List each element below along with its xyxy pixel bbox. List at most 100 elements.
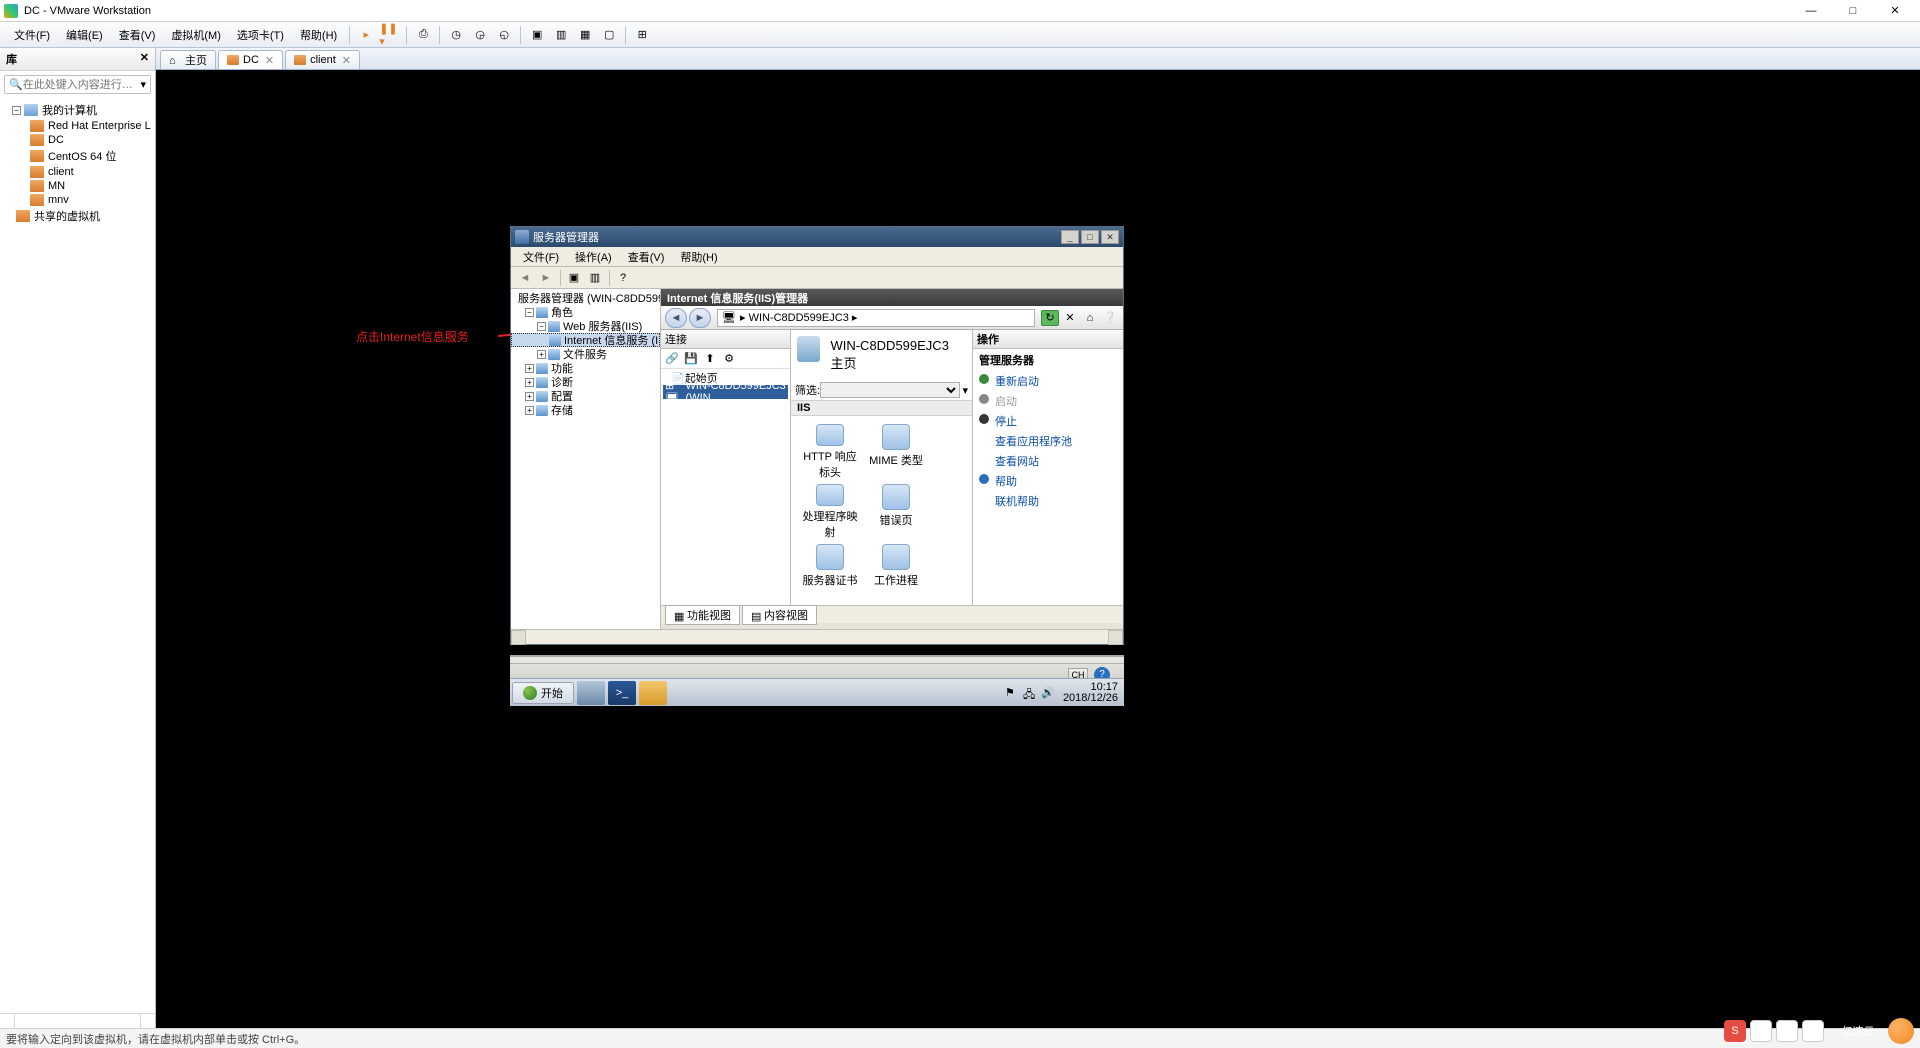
assistant-bubble-icon[interactable] <box>1888 1018 1914 1044</box>
snapshot-take-button[interactable]: ◵ <box>493 25 515 45</box>
power-on-button[interactable]: ▸ <box>355 25 377 45</box>
tree-vm-item[interactable]: DC <box>2 133 153 147</box>
library-search[interactable]: 🔍 ▾ <box>4 75 151 94</box>
tray-flag-icon[interactable]: ⚑ <box>1005 686 1019 700</box>
srv-hscrollbar[interactable] <box>511 629 1123 644</box>
nav-forward-button[interactable]: ► <box>536 269 556 287</box>
iis-home-button[interactable]: ⌂ <box>1081 310 1099 326</box>
ime-mode-icon[interactable]: ☾ <box>1802 1020 1824 1042</box>
server-manager-titlebar[interactable]: 服务器管理器 _ □ ✕ <box>511 227 1123 247</box>
tree-diagnostics[interactable]: +诊断 <box>511 375 660 389</box>
scroll-left-button[interactable] <box>0 1014 15 1028</box>
filter-select[interactable] <box>820 382 960 398</box>
tree-iis-manager[interactable]: Internet 信息服务 (I <box>511 333 660 347</box>
minimize-button[interactable]: — <box>1790 1 1832 21</box>
tree-webserver[interactable]: −Web 服务器(IIS) <box>511 319 660 333</box>
tree-vm-item[interactable]: CentOS 64 位 <box>2 147 153 165</box>
tree-vm-item[interactable]: mnv <box>2 193 153 207</box>
tab-client[interactable]: client✕ <box>285 50 360 69</box>
srv-close-button[interactable]: ✕ <box>1101 230 1119 244</box>
tree-server-root[interactable]: 服务器管理器 (WIN-C8DD599EJC <box>511 291 660 305</box>
search-dropdown-icon[interactable]: ▾ <box>140 78 146 91</box>
conn-up-icon[interactable]: ⬆ <box>702 351 718 367</box>
tree-vm-item[interactable]: client <box>2 165 153 179</box>
iis-forward-button[interactable]: ► <box>689 308 711 328</box>
action-online-help[interactable]: 联机帮助 <box>973 491 1123 511</box>
scroll-left-icon[interactable] <box>511 630 526 645</box>
action-stop[interactable]: 停止 <box>973 411 1123 431</box>
nav-back-button[interactable]: ◄ <box>515 269 535 287</box>
menu-view[interactable]: 查看(V) <box>111 24 164 46</box>
snapshot-manager-button[interactable]: ◷ <box>445 25 467 45</box>
filter-go-icon[interactable]: ▾ <box>962 384 968 397</box>
ime-chinese-toggle[interactable]: 中 <box>1750 1020 1772 1042</box>
scroll-right-icon[interactable] <box>1108 630 1123 645</box>
tab-close-icon[interactable]: ✕ <box>342 54 351 67</box>
action-view-pools[interactable]: 查看应用程序池 <box>973 431 1123 451</box>
iis-breadcrumb[interactable]: 🖥▸ WIN-C8DD599EJC3 ▸ <box>717 309 1035 327</box>
action-help[interactable]: 帮助 <box>973 471 1123 491</box>
feature-http-headers[interactable]: HTTP 响应标头 <box>799 424 861 480</box>
feature-worker-process[interactable]: 工作进程 <box>865 544 927 600</box>
tree-fileservices[interactable]: +文件服务 <box>511 347 660 361</box>
srv-minimize-button[interactable]: _ <box>1061 230 1079 244</box>
suspend-button[interactable]: ❚❚ ▾ <box>379 25 401 45</box>
view-unity-button[interactable]: ▥ <box>550 25 572 45</box>
scroll-right-button[interactable] <box>140 1014 155 1028</box>
tray-network-icon[interactable]: 🖧 <box>1023 686 1037 700</box>
nav-refresh-button[interactable]: ▥ <box>585 269 605 287</box>
taskbar-explorer[interactable] <box>639 681 667 705</box>
sogou-ime-icon[interactable]: S <box>1724 1020 1746 1042</box>
tab-content-view[interactable]: ▤内容视图 <box>742 605 817 625</box>
tree-vm-item[interactable]: Red Hat Enterprise L <box>2 119 153 133</box>
tab-dc[interactable]: DC✕ <box>218 50 283 69</box>
snapshot-button[interactable]: ⎙ <box>412 25 434 45</box>
srv-menu-help[interactable]: 帮助(H) <box>672 247 725 267</box>
tree-roles[interactable]: −角色 <box>511 305 660 319</box>
menu-tabs[interactable]: 选项卡(T) <box>229 24 292 46</box>
start-button[interactable]: 开始 <box>512 682 574 704</box>
feature-mime-types[interactable]: MIME 类型 <box>865 424 927 480</box>
sidebar-close-icon[interactable]: ✕ <box>140 51 149 67</box>
menu-file[interactable]: 文件(F) <box>6 24 58 46</box>
iis-help-button[interactable]: ❔ <box>1101 310 1119 326</box>
iis-refresh-button[interactable]: ↻ <box>1041 310 1059 326</box>
taskbar-clock[interactable]: 10:17 2018/12/26 <box>1063 682 1118 704</box>
tree-my-computer[interactable]: −我的计算机 <box>2 101 153 119</box>
action-restart[interactable]: 重新启动 <box>973 371 1123 391</box>
tree-features[interactable]: +功能 <box>511 361 660 375</box>
srv-menu-action[interactable]: 操作(A) <box>567 247 620 267</box>
tree-vm-item[interactable]: MN <box>2 179 153 193</box>
close-button[interactable]: ✕ <box>1874 1 1916 21</box>
conn-settings-icon[interactable]: ⚙ <box>721 351 737 367</box>
action-start[interactable]: 启动 <box>973 391 1123 411</box>
tree-shared-vms[interactable]: 共享的虚拟机 <box>2 207 153 225</box>
iis-stop-button[interactable]: ✕ <box>1061 310 1079 326</box>
tree-storage[interactable]: +存储 <box>511 403 660 417</box>
action-view-sites[interactable]: 查看网站 <box>973 451 1123 471</box>
iis-server-node[interactable]: ⊞ 🖥 WIN-C8DD599EJC3 (WIN <box>663 385 788 399</box>
view-thumbnail-button[interactable]: ▦ <box>574 25 596 45</box>
menu-edit[interactable]: 编辑(E) <box>58 24 111 46</box>
feature-handler-mappings[interactable]: 处理程序映射 <box>799 484 861 540</box>
srv-maximize-button[interactable]: □ <box>1081 230 1099 244</box>
nav-help-button[interactable]: ? <box>613 269 633 287</box>
ime-punct-toggle[interactable]: •, <box>1776 1020 1798 1042</box>
srv-menu-view[interactable]: 查看(V) <box>620 247 673 267</box>
search-input[interactable] <box>23 79 141 91</box>
tray-sound-icon[interactable]: 🔊 <box>1041 686 1055 700</box>
tab-features-view[interactable]: ▦功能视图 <box>665 605 740 625</box>
view-library-button[interactable]: ⊞ <box>631 25 653 45</box>
feature-server-cert[interactable]: 服务器证书 <box>799 544 861 600</box>
iis-back-button[interactable]: ◄ <box>665 308 687 328</box>
taskbar-powershell[interactable]: >_ <box>608 681 636 705</box>
nav-up-button[interactable]: ▣ <box>564 269 584 287</box>
tab-home[interactable]: ⌂主页 <box>160 50 216 69</box>
srv-menu-file[interactable]: 文件(F) <box>515 247 567 267</box>
tree-config[interactable]: +配置 <box>511 389 660 403</box>
menu-vm[interactable]: 虚拟机(M) <box>163 24 229 46</box>
conn-connect-icon[interactable]: 🔗 <box>664 351 680 367</box>
vm-display[interactable]: 点击Internet信息服务 服务器管理器 _ □ ✕ 文件(F) 操作(A) … <box>156 70 1920 1028</box>
taskbar-server-manager[interactable] <box>577 681 605 705</box>
feature-error-pages[interactable]: 错误页 <box>865 484 927 540</box>
